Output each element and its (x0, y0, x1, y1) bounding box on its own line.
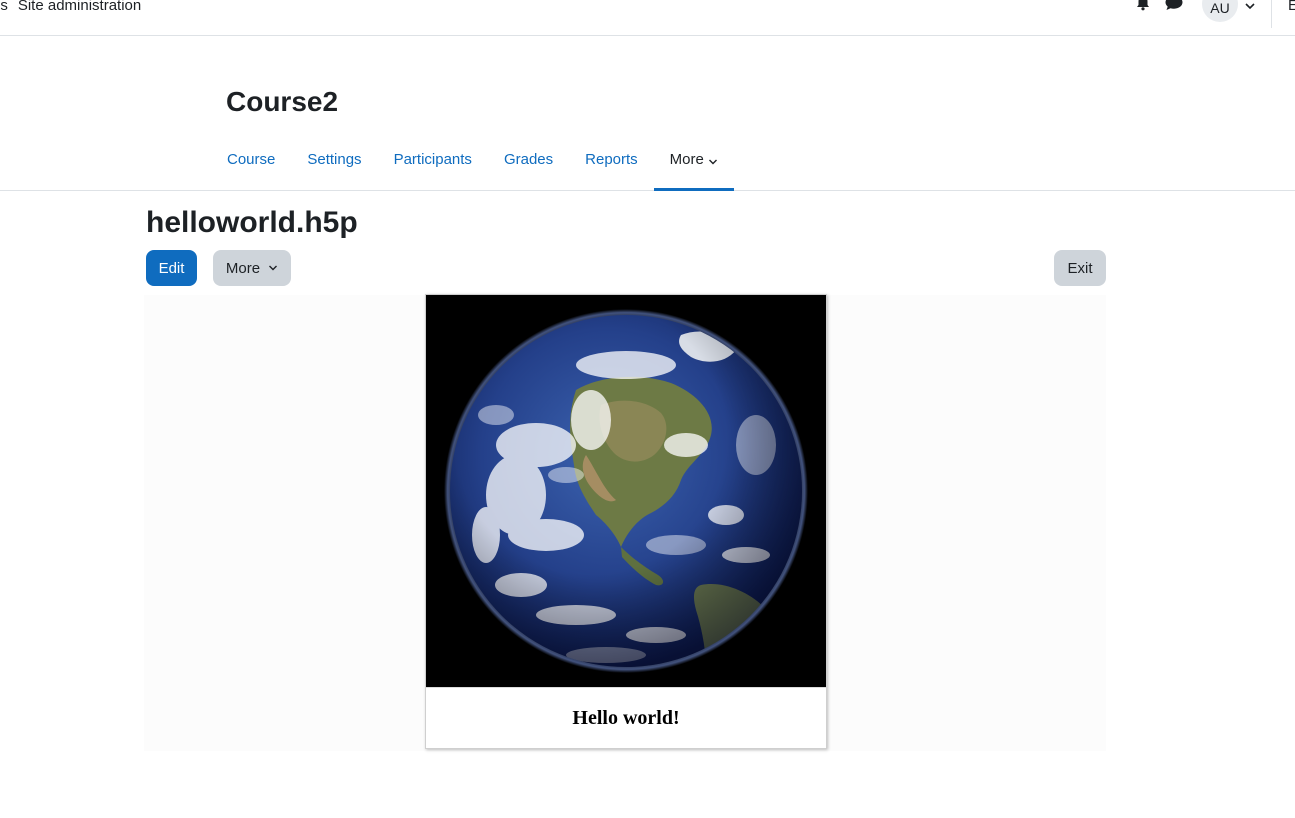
earth-globe-illustration (426, 295, 826, 687)
bell-icon[interactable] (1135, 0, 1151, 12)
edit-button-label: Edit (158, 259, 185, 277)
tab-more-label: More (669, 151, 704, 168)
earth-image (426, 295, 826, 687)
chevron-down-icon (269, 265, 278, 271)
tab-grades[interactable]: Grades (488, 140, 569, 191)
nav-item-site-administration[interactable]: Site administration (18, 0, 141, 14)
nav-item-courses[interactable]: es (0, 0, 8, 14)
chevron-down-icon (708, 159, 717, 165)
more-actions-button[interactable]: More (213, 250, 291, 286)
primary-nav: es Site administration (0, 0, 141, 14)
top-navbar: es Site administration AU E (0, 0, 1295, 36)
exit-button-label: Exit (1067, 259, 1093, 277)
activity-title: helloworld.h5p (146, 206, 358, 239)
chat-icon[interactable] (1165, 0, 1183, 12)
tab-reports[interactable]: Reports (569, 140, 654, 191)
more-button-label: More (225, 259, 261, 277)
secondary-navigation: Course Settings Participants Grades Repo… (0, 140, 1295, 191)
navbar-divider (1271, 0, 1272, 28)
h5p-card: Hello world! (425, 294, 827, 749)
user-avatar[interactable]: AU (1202, 0, 1238, 22)
tab-settings[interactable]: Settings (291, 140, 377, 191)
edit-mode-label[interactable]: E (1288, 0, 1295, 14)
tab-more[interactable]: More (653, 140, 734, 191)
tab-participants[interactable]: Participants (378, 140, 488, 191)
exit-button[interactable]: Exit (1054, 250, 1106, 286)
course-title: Course2 (226, 86, 339, 117)
edit-button[interactable]: Edit (146, 250, 197, 286)
chevron-down-icon[interactable] (1244, 0, 1256, 12)
h5p-caption: Hello world! (426, 687, 826, 748)
tab-course[interactable]: Course (211, 140, 291, 191)
